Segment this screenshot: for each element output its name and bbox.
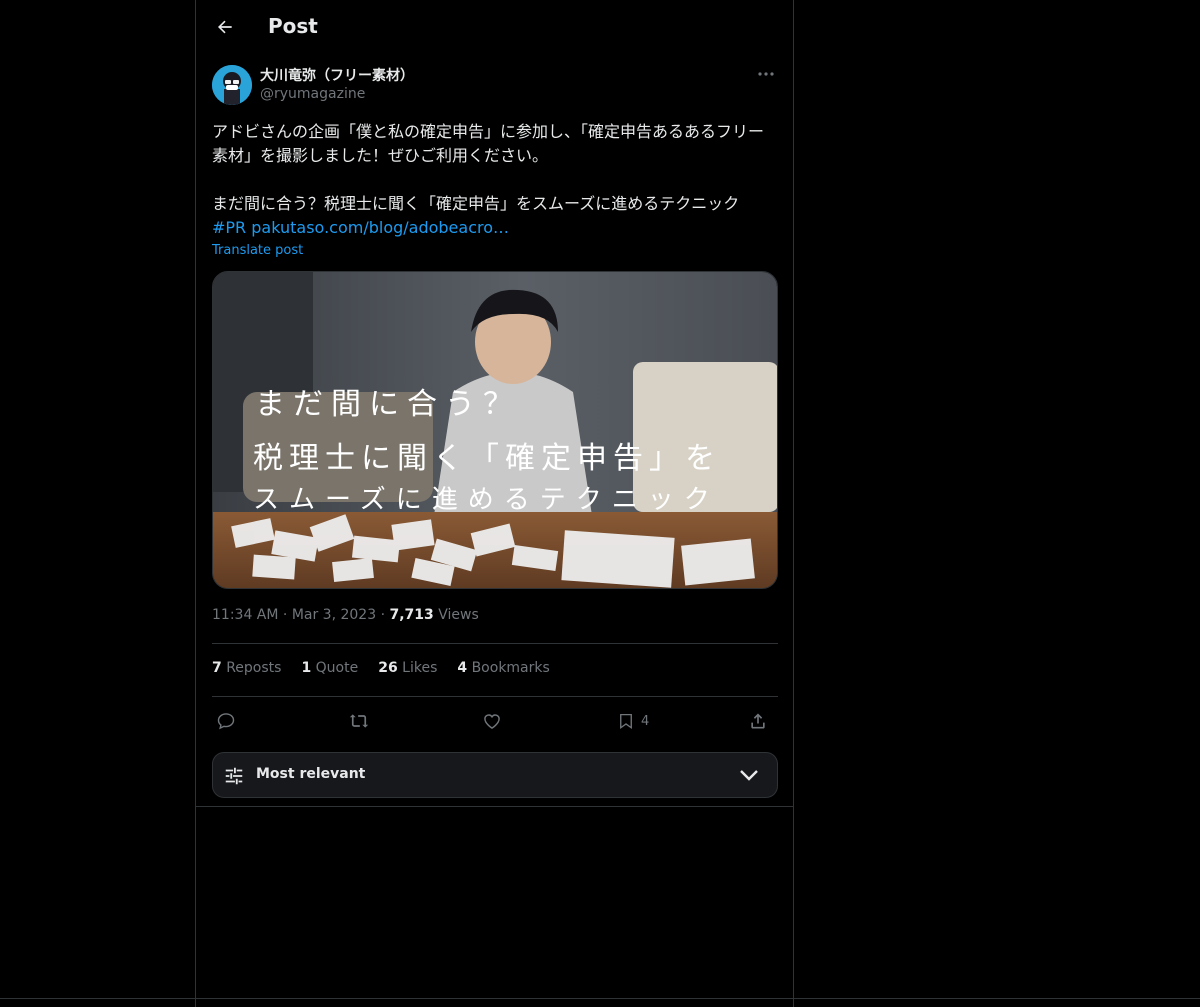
quote-count: 1	[301, 660, 312, 676]
more-icon	[758, 72, 774, 76]
author-name[interactable]: 大川竜弥（フリー素材）	[260, 65, 414, 85]
image-overlay-line-1: まだ間に合う？	[255, 387, 521, 422]
post-date[interactable]: Mar 3, 2023	[292, 607, 376, 623]
divider	[212, 696, 778, 697]
reply-icon	[217, 713, 235, 730]
views-label: Views	[438, 607, 479, 623]
divider	[212, 643, 778, 644]
avatar[interactable]	[212, 65, 252, 105]
more-options-button[interactable]	[754, 64, 778, 84]
like-button[interactable]	[482, 706, 502, 736]
url-link[interactable]: pakutaso.com/blog/adobeacro…	[251, 218, 509, 237]
post-author: 大川竜弥（フリー素材） @ryumagazine	[212, 64, 778, 108]
image-overlay-line-2: 税理士に聞く「確定申告」を	[253, 441, 721, 476]
meta-separator: ·	[282, 607, 292, 623]
post-paragraph-1: アドビさんの企画「僕と私の確定申告」に参加し、「確定申告あるあるフリー素材」を撮…	[212, 122, 765, 165]
bookmarks-label: Bookmarks	[471, 660, 550, 676]
likes-count: 26	[378, 660, 398, 676]
post-image[interactable]: まだ間に合う？ 税理士に聞く「確定申告」を スムーズに進めるテクニック	[212, 271, 778, 589]
sort-replies-dropdown[interactable]: Most relevant	[212, 752, 778, 798]
main-column: Post 大川竜弥（フリー素材） @ryumagazine アドビさんの企画「僕…	[195, 0, 794, 1007]
bookmarks-count: 4	[457, 660, 468, 676]
post-text: アドビさんの企画「僕と私の確定申告」に参加し、「確定申告あるあるフリー素材」を撮…	[212, 120, 778, 240]
likes-stat[interactable]: 26 Likes	[378, 660, 437, 676]
chevron-down-icon	[740, 770, 758, 781]
post-blank-line	[212, 168, 778, 192]
arrow-left-icon	[218, 20, 232, 34]
reposts-stat[interactable]: 7 Reposts	[212, 660, 281, 676]
bottom-border	[0, 998, 1200, 999]
back-button[interactable]	[210, 12, 240, 42]
likes-label: Likes	[402, 660, 438, 676]
post-actions: 4	[212, 706, 778, 736]
bookmark-button[interactable]: 4	[617, 706, 649, 736]
bookmark-count: 4	[641, 713, 650, 729]
reply-button[interactable]	[216, 706, 236, 736]
bookmark-icon	[620, 713, 632, 730]
header: Post	[196, 0, 793, 54]
translate-post-link[interactable]: Translate post	[212, 243, 303, 258]
image-overlay-line-3: スムーズに進めるテクニック	[253, 485, 720, 515]
heart-icon	[484, 714, 500, 729]
share-icon	[751, 713, 765, 729]
post-time[interactable]: 11:34 AM	[212, 607, 278, 623]
hashtag-link[interactable]: #PR	[212, 218, 246, 237]
post-paragraph-2: まだ間に合う？税理士に聞く「確定申告」をスムーズに進めるテクニック	[212, 194, 740, 213]
share-button[interactable]	[748, 706, 768, 736]
section-divider	[196, 806, 793, 807]
bookmarks-stat[interactable]: 4 Bookmarks	[457, 660, 549, 676]
post-meta: 11:34 AM · Mar 3, 2023 · 7,713 Views	[212, 607, 479, 623]
post-links: #PR pakutaso.com/blog/adobeacro…	[212, 216, 778, 240]
reposts-count: 7	[212, 660, 222, 676]
views-count: 7,713	[389, 607, 434, 623]
page-title: Post	[268, 14, 318, 38]
sliders-icon	[225, 767, 243, 785]
quote-stat[interactable]: 1 Quote	[301, 660, 358, 676]
quote-label: Quote	[315, 660, 359, 676]
repost-button[interactable]	[348, 706, 370, 736]
repost-icon	[349, 714, 369, 728]
author-handle[interactable]: @ryumagazine	[260, 86, 365, 102]
post-stats: 7 Reposts 1 Quote 26 Likes 4 Bookmarks	[212, 660, 550, 676]
reposts-label: Reposts	[226, 660, 282, 676]
sort-label: Most relevant	[256, 766, 366, 782]
